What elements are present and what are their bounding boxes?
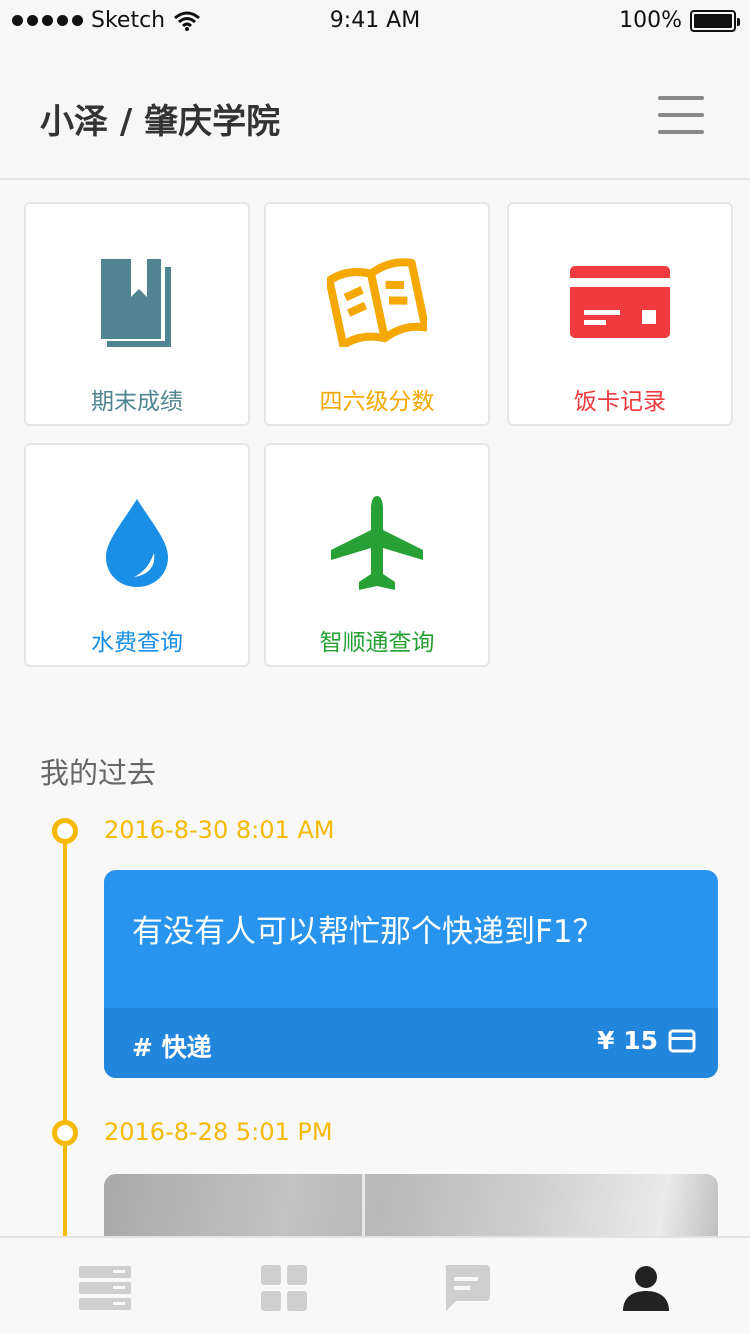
page-title: 小泽 / 肇庆学院 (40, 102, 281, 142)
battery-percent: 100% (619, 8, 682, 33)
post-text: 有没有人可以帮忙那个快递到F1？ (132, 914, 604, 950)
tile-label: 期末成绩 (91, 389, 183, 415)
tile-label: 饭卡记录 (574, 389, 666, 415)
tile-label: 水费查询 (91, 630, 183, 656)
grid-icon (261, 1265, 307, 1311)
battery-icon (690, 9, 740, 32)
tile-zhishuntong[interactable]: 智顺通查询 (264, 443, 490, 667)
battery-status: 100% (619, 8, 740, 33)
water-drop-icon (106, 499, 168, 587)
tile-label: 四六级分数 (319, 389, 435, 415)
timeline-date: 2016-8-30 8:01 AM (104, 816, 335, 844)
book-icon (101, 259, 171, 347)
tile-water-fee[interactable]: 水费查询 (24, 443, 250, 667)
tab-grid[interactable] (254, 1262, 314, 1314)
menu-button[interactable] (658, 96, 704, 134)
section-title: 我的过去 (40, 756, 157, 790)
tile-meal-card[interactable]: 饭卡记录 (507, 202, 733, 426)
post-tag[interactable]: # 快递 (132, 1028, 212, 1064)
header: 小泽 / 肇庆学院 (0, 40, 750, 180)
tile-cet-scores[interactable]: 四六级分数 (264, 202, 490, 426)
timeline-dot (52, 1120, 78, 1146)
message-icon (445, 1265, 490, 1311)
tab-profile[interactable] (616, 1262, 676, 1314)
list-icon (79, 1266, 131, 1310)
tab-bar (0, 1236, 750, 1334)
tile-label: 智顺通查询 (319, 630, 435, 656)
timeline-line (63, 830, 67, 1240)
tab-list[interactable] (75, 1262, 135, 1314)
timeline-dot (52, 818, 78, 844)
status-bar: Sketch 9:41 AM 100% (0, 0, 750, 40)
post-price: ¥ 15 (597, 1026, 696, 1055)
tile-final-grades[interactable]: 期末成绩 (24, 202, 250, 426)
timeline-date: 2016-8-28 5:01 PM (104, 1118, 333, 1146)
card-icon (668, 1029, 696, 1052)
airplane-icon (331, 496, 423, 590)
post-card[interactable]: 有没有人可以帮忙那个快递到F1？ # 快递 ¥ 15 (104, 870, 718, 1078)
open-book-icon (327, 258, 427, 347)
post-footer: # 快递 ¥ 15 (104, 1008, 718, 1078)
credit-card-icon (570, 266, 670, 338)
menu-icon (658, 96, 704, 100)
tab-messages[interactable] (436, 1262, 496, 1314)
price-value: ¥ 15 (597, 1026, 658, 1055)
profile-icon (623, 1266, 669, 1311)
